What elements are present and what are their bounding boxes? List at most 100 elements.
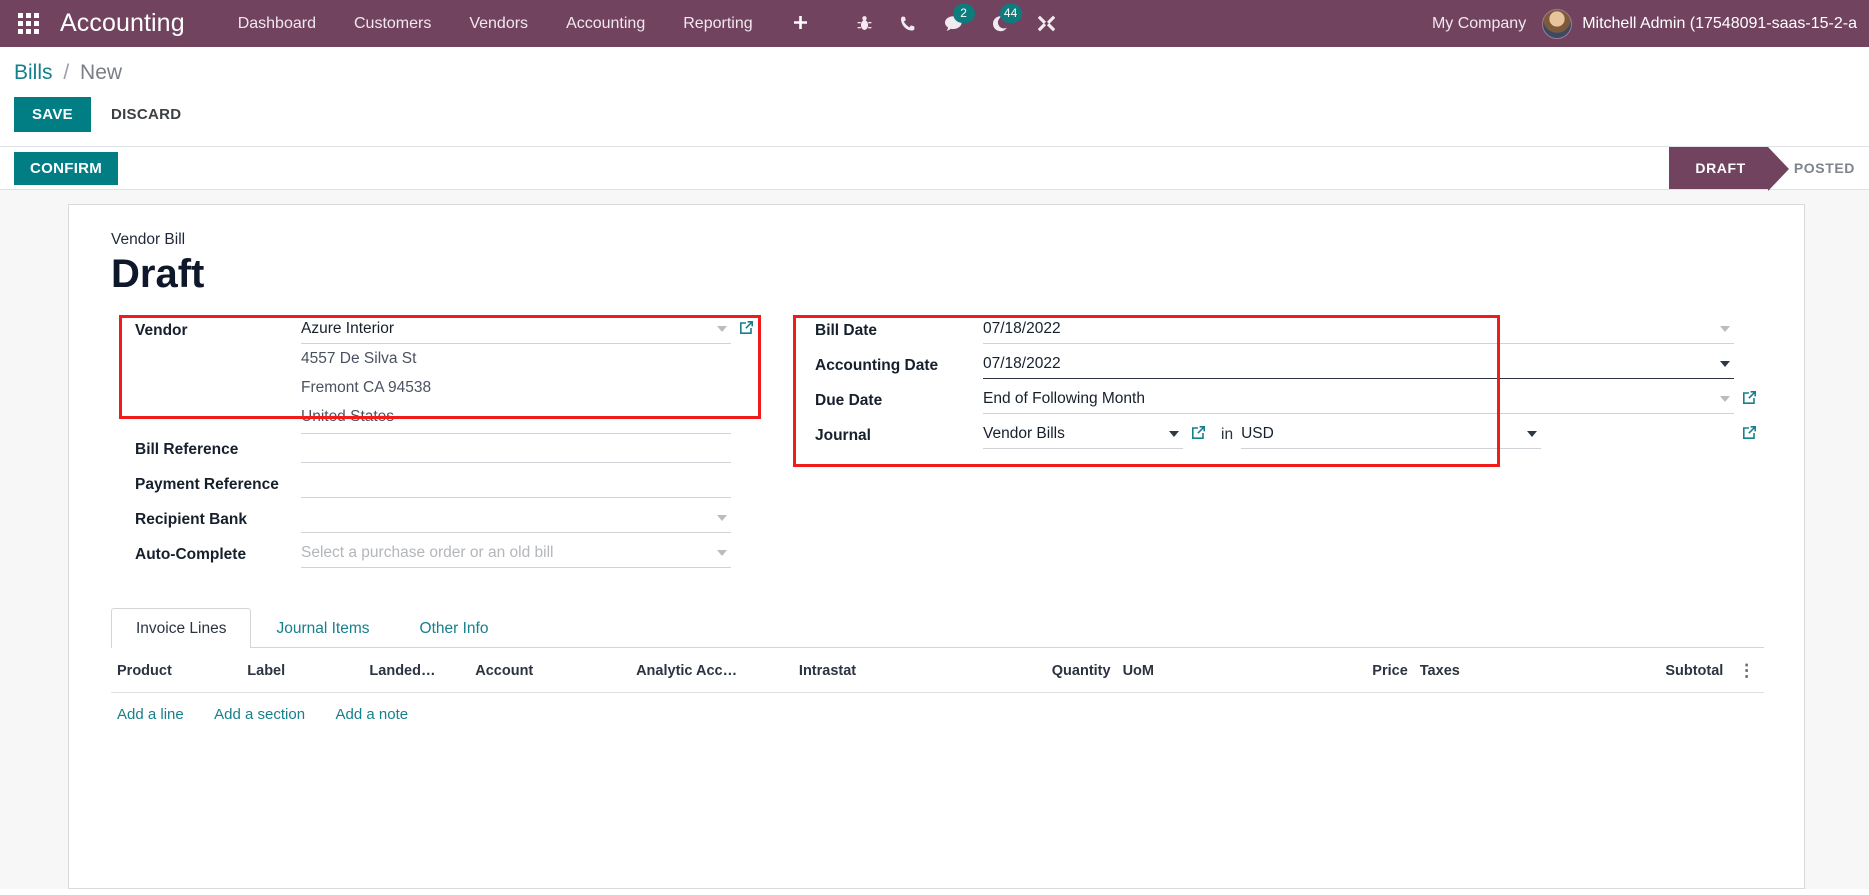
activities-badge: 44 (999, 4, 1022, 23)
field-row-bill-reference: Bill Reference (111, 434, 761, 469)
spacer-accounting-date (1734, 350, 1764, 354)
vendor-address-line-2: Fremont CA 94538 (301, 379, 432, 397)
notebook-tabs: Invoice Lines Journal Items Other Info (111, 608, 1764, 649)
field-value-bill-reference (301, 434, 731, 464)
table-header-row: Product Label Landed… Account Analytic A… (111, 648, 1764, 694)
form-sheet: Vendor Bill Draft Vendor 4557 De Silva S… (68, 204, 1805, 889)
add-a-section-button[interactable]: Add a section (214, 706, 305, 723)
recipient-bank-input[interactable] (301, 504, 731, 534)
external-link-icon-journal[interactable] (1183, 420, 1213, 441)
add-line-row: Add a line Add a section Add a note (111, 693, 1764, 735)
phone-icon[interactable] (886, 0, 930, 47)
sheet-background: Vendor Bill Draft Vendor 4557 De Silva S… (0, 190, 1869, 889)
spacer-bill-date (1734, 315, 1764, 319)
bill-date-input[interactable] (983, 315, 1734, 344)
avatar (1542, 8, 1573, 39)
record-action-buttons: SAVE DISCARD (14, 91, 1869, 146)
external-link-icon-vendor[interactable] (731, 315, 761, 336)
vendor-input[interactable] (301, 315, 731, 344)
apps-grid-icon[interactable] (8, 0, 48, 47)
nav-item-reporting[interactable]: Reporting (664, 0, 771, 47)
breadcrumb: Bills / New (14, 47, 1869, 91)
vendor-address-line-1: 4557 De Silva St (301, 350, 417, 367)
auto-complete-input[interactable] (301, 539, 731, 569)
col-header-price[interactable]: Price (1299, 648, 1414, 694)
status-stage-pills: DRAFT POSTED (1669, 147, 1869, 191)
field-row-recipient-bank: Recipient Bank (111, 504, 761, 539)
control-panel: Bills / New SAVE DISCARD (0, 47, 1869, 146)
plus-icon[interactable] (772, 0, 829, 47)
field-label-journal: Journal (815, 427, 871, 444)
journal-in-label: in (1221, 426, 1234, 443)
accounting-date-input[interactable] (983, 350, 1734, 379)
field-value-journal: in (983, 420, 1734, 449)
invoice-lines-table: Product Label Landed… Account Analytic A… (111, 648, 1764, 734)
field-value-auto-complete (301, 539, 731, 569)
field-row-payment-reference: Payment Reference (111, 469, 761, 504)
field-label-due-date: Due Date (815, 392, 883, 409)
nav-item-customers[interactable]: Customers (335, 0, 450, 47)
field-label-vendor: Vendor (135, 322, 188, 339)
vertical-dots-icon[interactable]: ⋮ (1729, 648, 1764, 694)
external-link-icon-currency[interactable] (1734, 420, 1764, 441)
statusbar: CONFIRM DRAFT POSTED (0, 146, 1869, 191)
form-right-column: Bill Date Accounting Date (761, 315, 1764, 467)
activities-clock-icon[interactable]: 44 (977, 0, 1024, 47)
field-value-due-date (983, 385, 1734, 414)
field-row-vendor: Vendor 4557 De Silva St Fremont CA 94538… (111, 315, 761, 435)
nav-item-accounting[interactable]: Accounting (547, 0, 664, 47)
field-value-vendor: 4557 De Silva St Fremont CA 94538 United… (301, 315, 731, 435)
nav-item-vendors[interactable]: Vendors (450, 0, 547, 47)
field-value-accounting-date (983, 350, 1734, 379)
spacer-recipient-bank (731, 504, 761, 508)
field-row-due-date: Due Date (793, 385, 1764, 420)
col-header-intrastat[interactable]: Intrastat (792, 648, 997, 694)
due-date-input[interactable] (983, 385, 1734, 414)
col-header-account[interactable]: Account (469, 648, 631, 694)
spacer-bill-reference (731, 434, 761, 438)
messages-icon[interactable]: 2 (930, 0, 977, 47)
field-label-bill-reference: Bill Reference (135, 441, 239, 459)
tools-wrench-icon[interactable] (1024, 0, 1069, 47)
external-link-icon-due-date[interactable] (1734, 385, 1764, 406)
field-label-accounting-date: Accounting Date (815, 357, 939, 374)
journal-input[interactable] (983, 420, 1183, 449)
company-switcher[interactable]: My Company (1416, 15, 1542, 33)
status-pill-draft[interactable]: DRAFT (1669, 147, 1790, 191)
tab-journal-items[interactable]: Journal Items (251, 608, 394, 648)
discard-button[interactable]: DISCARD (97, 97, 195, 132)
tab-other-info[interactable]: Other Info (395, 608, 514, 648)
vendor-address-line-3: United States (301, 402, 731, 435)
col-header-analytic-account[interactable]: Analytic Acc… (630, 648, 793, 694)
field-value-payment-reference (301, 469, 731, 499)
currency-input[interactable] (1241, 420, 1542, 449)
document-type-label: Vendor Bill (111, 231, 186, 248)
nav-item-dashboard[interactable]: Dashboard (219, 0, 335, 47)
col-header-label[interactable]: Label (241, 648, 364, 694)
form-columns: Vendor 4557 De Silva St Fremont CA 94538… (111, 315, 1764, 574)
col-header-taxes[interactable]: Taxes (1413, 648, 1587, 694)
add-a-line-button[interactable]: Add a line (117, 706, 184, 723)
add-a-note-button[interactable]: Add a note (336, 706, 409, 723)
col-header-landed-costs[interactable]: Landed… (363, 648, 470, 694)
field-label-bill-date: Bill Date (815, 322, 878, 339)
breadcrumb-current-new: New (80, 61, 123, 84)
col-header-quantity[interactable]: Quantity (996, 648, 1117, 694)
col-header-product[interactable]: Product (111, 648, 242, 694)
payment-reference-input[interactable] (301, 469, 731, 499)
breadcrumb-separator: / (63, 61, 70, 84)
bug-icon[interactable] (843, 0, 886, 47)
user-menu[interactable]: Mitchell Admin (17548091-saas-15-2-a (1542, 8, 1869, 39)
col-header-subtotal[interactable]: Subtotal (1586, 648, 1730, 694)
spacer-payment-reference (731, 469, 761, 473)
col-header-uom[interactable]: UoM (1116, 648, 1300, 694)
confirm-button[interactable]: CONFIRM (14, 151, 119, 185)
field-row-journal: Journal in (793, 420, 1764, 455)
breadcrumb-parent-bills[interactable]: Bills (14, 61, 53, 84)
bill-reference-input[interactable] (301, 434, 731, 464)
tab-invoice-lines[interactable]: Invoice Lines (111, 608, 252, 649)
save-button[interactable]: SAVE (14, 97, 91, 132)
app-brand-title[interactable]: Accounting (60, 9, 185, 38)
field-label-recipient-bank: Recipient Bank (135, 511, 247, 529)
field-label-payment-reference: Payment Reference (135, 476, 279, 494)
